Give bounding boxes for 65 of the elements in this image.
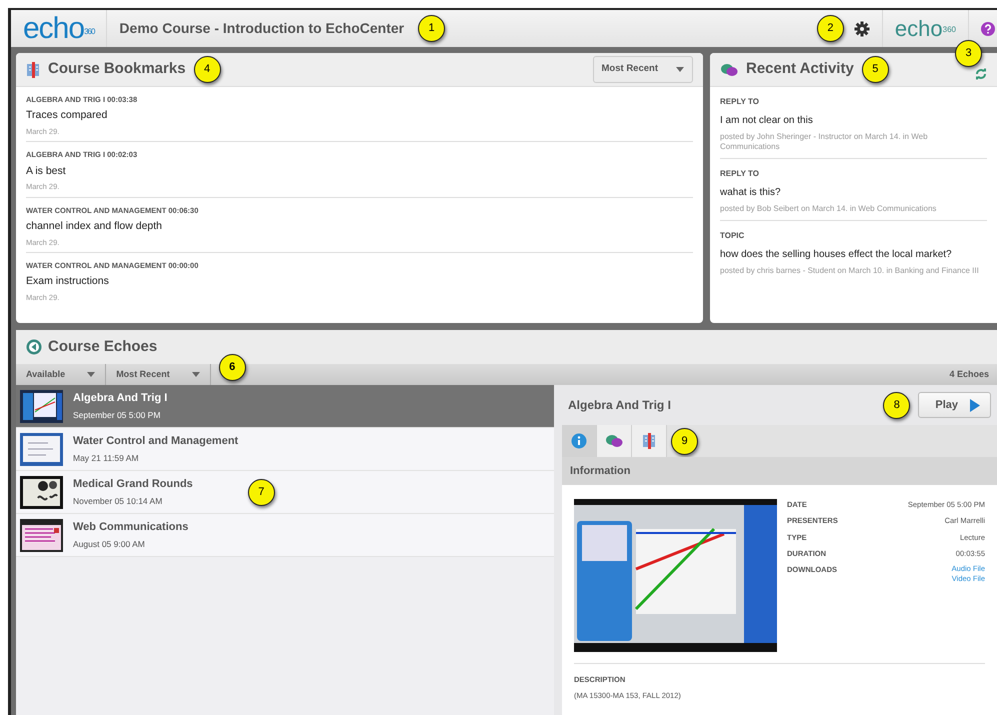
caret-icon: [192, 372, 200, 377]
thumbnail-placeholder: [20, 390, 63, 422]
brand-logo-text: echo$^{360}$: [894, 18, 956, 40]
activity-type: TOPIC: [720, 230, 746, 242]
refresh-icon[interactable]: [975, 68, 987, 80]
thumbnail-placeholder: [20, 518, 63, 552]
echo-date: September 05 5:00 PM: [73, 409, 162, 422]
sort-dropdown[interactable]: Most Recent: [592, 56, 693, 83]
callout-marker: 1: [418, 15, 446, 42]
info-icon: [571, 433, 587, 449]
callout-marker: 9: [671, 428, 698, 454]
bookmark-book-icon: [26, 62, 40, 78]
activity-type: REPLY TO: [720, 96, 760, 108]
echo-count: 4 Echoes: [949, 368, 990, 381]
back-arrow-icon[interactable]: [26, 339, 42, 355]
activity-meta: posted by Bob Seibert on March 14. in Web Communications: [720, 204, 938, 214]
section-title: Information: [562, 457, 997, 485]
callout-marker: 7: [248, 478, 275, 506]
bookmark-text[interactable]: A is best: [26, 164, 693, 180]
help-icon[interactable]: [981, 22, 995, 36]
panel-title: Course Bookmarks: [48, 59, 186, 80]
logo-text: echo$^{360}$: [23, 14, 94, 44]
echo-date: November 05 10:14 AM: [73, 495, 164, 508]
callout-marker: 8: [883, 392, 910, 418]
detail-tab[interactable]: [597, 425, 632, 457]
caret-icon: [87, 372, 96, 377]
bookmark-text[interactable]: Traces compared: [26, 108, 693, 124]
activity-meta: posted by chris barnes - Student on March 10. in Banking and Finance III: [720, 266, 980, 276]
thumbnail-placeholder: [20, 476, 63, 508]
bookmark-book-icon: [642, 433, 656, 449]
echo-title: Web Communications: [73, 520, 188, 535]
echo-title: Water Control and Management: [73, 434, 238, 449]
activity-text[interactable]: I am not clear on this: [720, 113, 987, 128]
thumbnail-placeholder: [20, 432, 63, 466]
detail-tab[interactable]: [562, 425, 597, 457]
echo-list-item[interactable]: Web Communications August 05 9:00 AM: [16, 514, 554, 557]
callout-marker: 3: [955, 40, 982, 67]
panel-title: Recent Activity: [746, 59, 854, 80]
echo-list-item[interactable]: Water Control and Management May 21 11:59 AM: [16, 428, 554, 471]
panel-title: Course Echoes: [48, 336, 158, 357]
callout-marker: 4: [194, 56, 221, 83]
callout-marker: 5: [862, 56, 889, 83]
chat-bubbles-icon: [605, 434, 623, 448]
play-button[interactable]: Play: [918, 392, 991, 418]
callout-marker: 2: [816, 15, 844, 42]
callout-marker: 6: [218, 354, 246, 381]
activity-type: REPLY TO: [720, 168, 760, 180]
echo-title: Algebra And Trig I: [73, 390, 168, 406]
settings-icon[interactable]: [854, 20, 870, 36]
play-icon: [970, 398, 980, 412]
echo-title: Medical Grand Rounds: [73, 476, 193, 492]
detail-tab[interactable]: [632, 425, 667, 457]
activity-text[interactable]: how does the selling houses effect the local market?: [720, 247, 987, 262]
caret-icon: [676, 67, 684, 72]
echo-list-item[interactable]: Medical Grand Rounds November 05 10:14 AM 7: [16, 471, 554, 514]
echo-detail-title: Algebra And Trig I: [568, 397, 671, 414]
activity-text[interactable]: wahat is this?: [720, 185, 987, 200]
chat-bubbles-icon: [720, 62, 738, 76]
echo-date: May 21 11:59 AM: [73, 452, 140, 466]
echo-list-item[interactable]: Algebra And Trig I September 05 5:00 PM: [16, 385, 554, 428]
course-title: Demo Course - Introduction to EchoCenter: [119, 19, 404, 38]
activity-meta: posted by John Sheringer - Instructor on March 14. in Web Communications: [720, 132, 929, 152]
echo-date: August 05 9:00 AM: [73, 538, 146, 552]
bookmark-text[interactable]: channel index and flow depth: [26, 218, 693, 234]
bookmark-text[interactable]: Exam instructions: [26, 274, 693, 290]
